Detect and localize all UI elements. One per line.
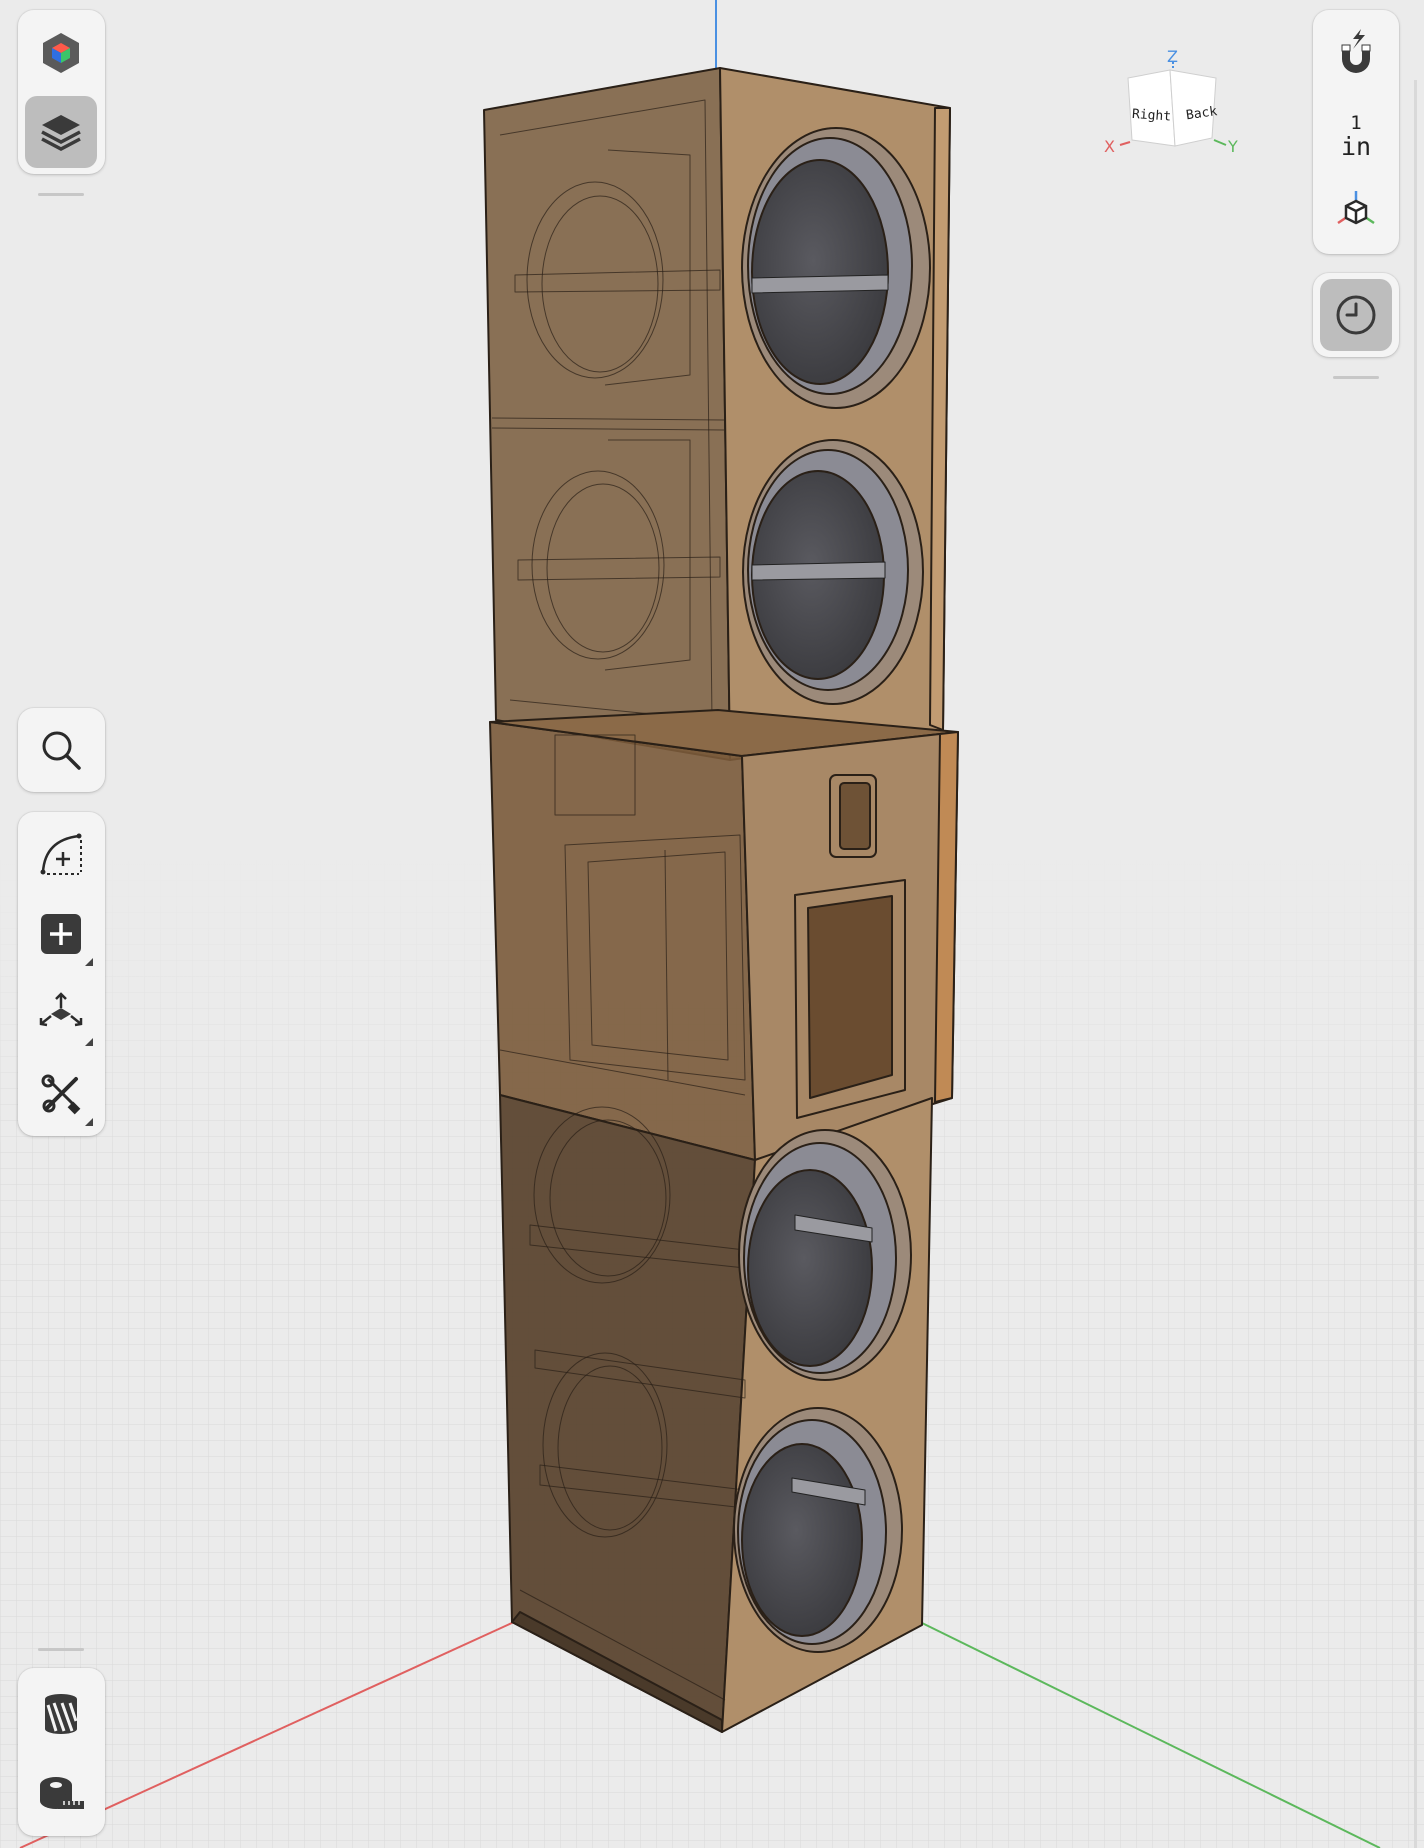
units-name: in: [1340, 131, 1372, 161]
left-tools-panel: [18, 812, 105, 1136]
wrench-screwdriver-icon: [41, 1074, 81, 1115]
materials-button[interactable]: [25, 1678, 97, 1750]
dropdown-corner-indicator: [85, 1038, 93, 1046]
left-search-panel: [18, 708, 105, 792]
app-logo-button[interactable]: [25, 17, 97, 89]
search-icon: [42, 731, 81, 770]
transform-arrows-icon: [39, 992, 83, 1027]
middle-cabinet[interactable]: [489, 709, 959, 1161]
left-divider-top: [38, 193, 84, 196]
material-roll-icon: [45, 1694, 78, 1734]
clock-history-icon: [1336, 295, 1376, 335]
left-bottom-panel: [18, 1668, 105, 1836]
left-divider-bottom: [38, 1648, 84, 1651]
speaker-model[interactable]: [483, 67, 959, 1733]
driver-top-1: [741, 127, 931, 409]
viewcube-axis-y: Y: [1227, 137, 1238, 156]
transform-tool-button[interactable]: [25, 978, 97, 1050]
measure-button[interactable]: [25, 1756, 97, 1828]
view-cube[interactable]: Right Back X Y Z: [1104, 47, 1238, 156]
right-history-panel: [1313, 273, 1399, 357]
units-scale-value: 1: [1350, 112, 1362, 134]
dropdown-corner-indicator: [85, 958, 93, 966]
units-indicator[interactable]: 1 in: [1313, 112, 1399, 161]
cabinet-handle: [829, 774, 877, 858]
add-icon: [41, 914, 81, 954]
sketch-tool-button[interactable]: [25, 818, 97, 890]
layers-icon: [41, 115, 81, 151]
bottom-cabinet[interactable]: [499, 1094, 933, 1733]
top-cabinet[interactable]: [483, 67, 951, 761]
layers-button[interactable]: [25, 96, 97, 168]
magnet-snap-icon: [1341, 29, 1371, 73]
horn-port: [794, 879, 906, 1119]
viewcube-axis-z: Z: [1167, 47, 1178, 66]
driver-bottom-1: [738, 1129, 912, 1381]
viewcube-face-right[interactable]: Right: [1131, 107, 1171, 125]
viewcube-axis-x: X: [1104, 137, 1115, 156]
left-top-panel: [18, 10, 105, 174]
right-top-panel: 1 in: [1313, 10, 1399, 254]
modify-tools-button[interactable]: [25, 1058, 97, 1130]
driver-bottom-2: [733, 1407, 903, 1653]
search-button[interactable]: [25, 714, 97, 786]
driver-top-2: [742, 439, 924, 705]
axis-cube-icon: [1337, 191, 1375, 225]
right-divider: [1333, 376, 1379, 379]
add-primitive-button[interactable]: [25, 898, 97, 970]
sketch-curve-icon: [40, 833, 82, 875]
dropdown-corner-indicator: [85, 1118, 93, 1126]
3d-viewport[interactable]: Right Back X Y Z: [0, 0, 1424, 1848]
snapping-toggle-button[interactable]: [1320, 16, 1392, 88]
tape-measure-icon: [40, 1777, 84, 1809]
view-orientation-button[interactable]: [1320, 174, 1392, 246]
history-button[interactable]: [1320, 279, 1392, 351]
app-logo-icon: [43, 33, 79, 73]
right-panel-edge: [1414, 80, 1417, 1848]
